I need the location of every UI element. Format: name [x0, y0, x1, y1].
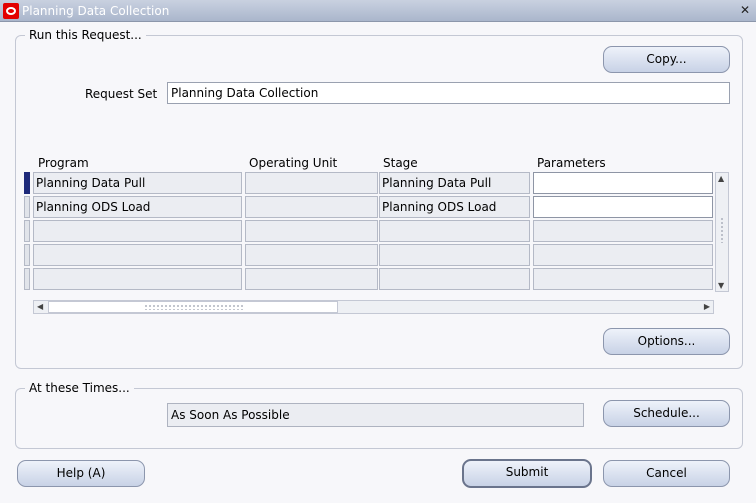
scroll-grip[interactable] [720, 217, 725, 243]
operating-unit-cell[interactable] [245, 268, 378, 290]
run-request-group-label: Run this Request... [25, 28, 146, 42]
row-marker[interactable] [24, 244, 30, 266]
parameters-cell[interactable] [533, 244, 713, 266]
row-marker[interactable] [24, 268, 30, 290]
stage-cell[interactable]: Planning Data Pull [379, 172, 530, 194]
schedule-button[interactable]: Schedule... [603, 400, 730, 427]
column-header-stage: Stage [383, 156, 418, 170]
scroll-right-icon[interactable]: ▶ [704, 302, 710, 311]
stage-cell[interactable] [379, 268, 530, 290]
options-button[interactable]: Options... [603, 328, 730, 355]
scroll-grip[interactable] [144, 304, 244, 310]
program-cell[interactable] [33, 268, 242, 290]
request-window: Planning Data Collection ✕ Run this Requ… [0, 0, 756, 503]
program-cell[interactable] [33, 244, 242, 266]
request-set-field[interactable]: Planning Data Collection [167, 82, 730, 104]
parameters-cell[interactable] [533, 172, 713, 194]
request-set-label: Request Set [85, 87, 158, 101]
parameters-cell[interactable] [533, 196, 713, 218]
parameters-cell[interactable] [533, 220, 713, 242]
row-marker-current[interactable] [24, 172, 30, 194]
submit-button[interactable]: Submit [462, 459, 592, 488]
stage-cell[interactable] [379, 220, 530, 242]
operating-unit-cell[interactable] [245, 220, 378, 242]
vertical-scrollbar[interactable]: ▲ ▼ [715, 172, 729, 292]
column-header-program: Program [38, 156, 89, 170]
row-marker[interactable] [24, 196, 30, 218]
program-cell[interactable] [33, 220, 242, 242]
row-marker[interactable] [24, 220, 30, 242]
parameters-cell[interactable] [533, 268, 713, 290]
help-button[interactable]: Help (A) [17, 460, 145, 487]
program-cell[interactable]: Planning Data Pull [33, 172, 242, 194]
scroll-down-icon[interactable]: ▼ [718, 281, 724, 290]
scroll-left-icon[interactable]: ◀ [37, 302, 43, 311]
operating-unit-cell[interactable] [245, 244, 378, 266]
column-header-parameters: Parameters [537, 156, 606, 170]
stage-cell[interactable] [379, 244, 530, 266]
operating-unit-cell[interactable] [245, 172, 378, 194]
close-icon[interactable]: ✕ [740, 3, 750, 17]
program-cell[interactable]: Planning ODS Load [33, 196, 242, 218]
times-group-label: At these Times... [25, 381, 134, 395]
horizontal-scrollbar[interactable]: ◀ ▶ [33, 300, 714, 314]
schedule-summary-field: As Soon As Possible [167, 403, 584, 427]
operating-unit-cell[interactable] [245, 196, 378, 218]
copy-button[interactable]: Copy... [603, 46, 730, 73]
scroll-up-icon[interactable]: ▲ [718, 174, 724, 183]
window-title: Planning Data Collection [22, 4, 170, 18]
oracle-logo-icon [3, 3, 19, 19]
cancel-button[interactable]: Cancel [603, 460, 730, 487]
stage-cell[interactable]: Planning ODS Load [379, 196, 530, 218]
title-bar: Planning Data Collection ✕ [0, 0, 756, 22]
column-header-operating-unit: Operating Unit [249, 156, 338, 170]
